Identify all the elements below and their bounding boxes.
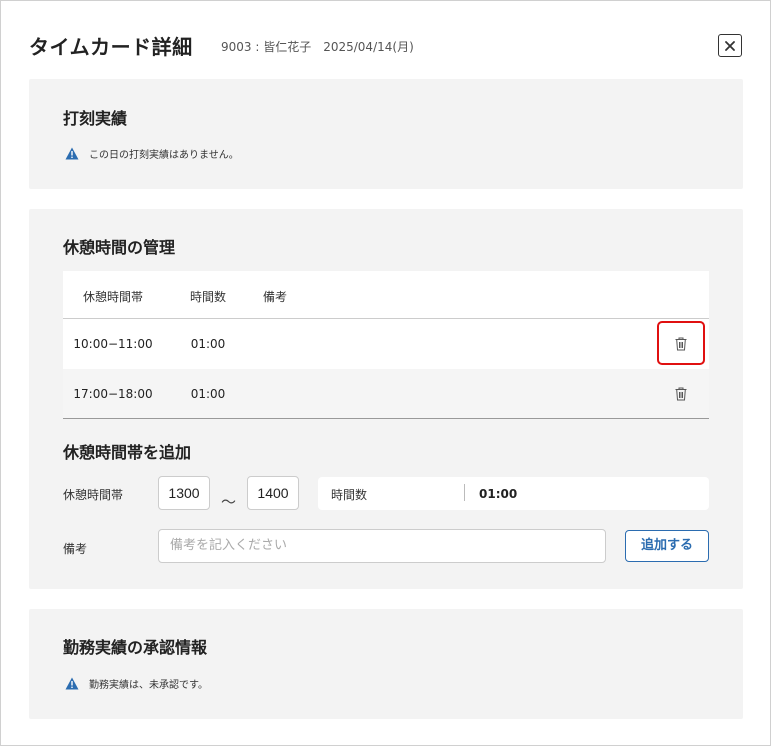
break-range: 17:00−18:00 <box>73 387 153 401</box>
modal-header: タイムカード詳細 9003 : 皆仁花子 2025/04/14(月) <box>29 27 742 63</box>
approval-title: 勤務実績の承認情報 <box>63 638 208 657</box>
clock-records-section: 打刻実績 この日の打刻実績はありません。 <box>29 79 743 189</box>
break-duration: 01:00 <box>190 387 226 401</box>
start-time-input[interactable]: 1300 <box>158 476 210 510</box>
duration-label: 時間数 <box>331 488 368 502</box>
close-button[interactable] <box>718 34 742 57</box>
delete-button[interactable] <box>670 383 692 405</box>
end-time-input[interactable]: 1400 <box>247 476 299 510</box>
divider <box>464 484 465 501</box>
add-break-title: 休憩時間帯を追加 <box>63 443 192 462</box>
break-range: 10:00−11:00 <box>73 337 153 351</box>
break-table: 休憩時間帯 時間数 備考 10:00−11:00 01:00 17:00−18:… <box>63 271 709 419</box>
warning-icon <box>65 147 79 160</box>
close-icon <box>725 40 735 51</box>
duration-value: 01:00 <box>479 487 518 501</box>
col-header-duration: 時間数 <box>189 290 226 304</box>
approval-section: 勤務実績の承認情報 勤務実績は、未承認です。 <box>29 609 743 719</box>
table-row: 17:00−18:00 01:00 <box>63 369 709 419</box>
approval-notice: 勤務実績は、未承認です。 <box>65 676 208 691</box>
trash-icon <box>675 337 687 351</box>
range-label: 休憩時間帯 <box>63 488 124 502</box>
clock-records-title: 打刻実績 <box>63 109 128 128</box>
timecard-detail-modal: タイムカード詳細 9003 : 皆仁花子 2025/04/14(月) 打刻実績 こ… <box>0 0 771 746</box>
add-break-button[interactable]: 追加する <box>625 530 709 562</box>
col-header-note: 備考 <box>263 290 288 304</box>
delete-button[interactable] <box>670 333 692 355</box>
break-duration: 01:00 <box>190 337 226 351</box>
clock-records-notice-text: この日の打刻実績はありません。 <box>89 150 239 161</box>
approval-notice-text: 勤務実績は、未承認です。 <box>89 680 208 691</box>
modal-title: タイムカード詳細 <box>29 35 193 59</box>
note-label: 備考 <box>63 542 88 556</box>
break-table-header: 休憩時間帯 時間数 備考 <box>63 271 709 319</box>
break-management-section: 休憩時間の管理 休憩時間帯 時間数 備考 10:00−11:00 01:00 1… <box>29 209 743 589</box>
range-separator: 〜 <box>221 493 237 511</box>
duration-display: 時間数 01:00 <box>318 477 709 510</box>
clock-records-notice: この日の打刻実績はありません。 <box>65 146 239 161</box>
note-input[interactable]: 備考を記入ください <box>158 529 606 563</box>
employee-label: 9003 : 皆仁花子 <box>221 40 312 54</box>
break-management-title: 休憩時間の管理 <box>63 238 176 257</box>
date-label: 2025/04/14(月) <box>323 40 414 54</box>
trash-icon <box>675 387 687 401</box>
modal-meta: 9003 : 皆仁花子 2025/04/14(月) <box>221 38 414 55</box>
warning-icon <box>65 677 79 690</box>
table-row: 10:00−11:00 01:00 <box>63 319 709 369</box>
col-header-range: 休憩時間帯 <box>82 290 143 304</box>
